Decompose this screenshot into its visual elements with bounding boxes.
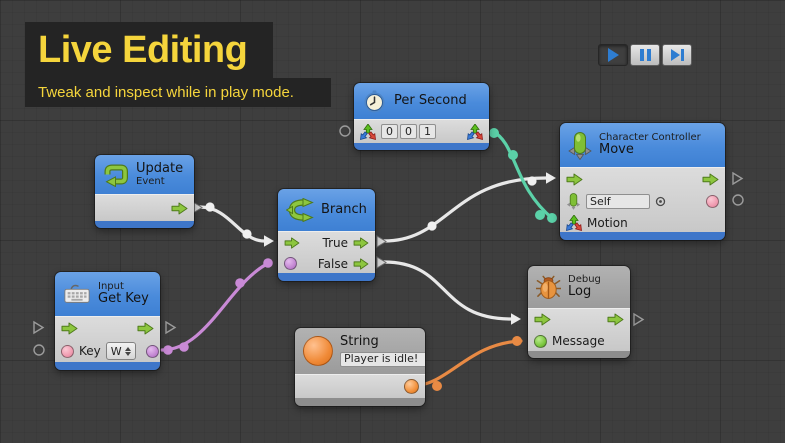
node-subtitle: Event — [136, 176, 183, 187]
key-dropdown[interactable]: W — [106, 342, 136, 360]
value-out-port[interactable] — [146, 345, 159, 358]
flow-in-port[interactable] — [61, 322, 78, 335]
flow-out-port[interactable] — [702, 173, 719, 186]
node-get-key[interactable]: Input Get Key Key W — [55, 272, 160, 370]
node-title: Branch — [321, 203, 367, 218]
move-flow-out-port[interactable] — [733, 173, 742, 184]
page-subtitle: Tweak and inspect while in play mode. — [25, 78, 331, 107]
character-controller-icon — [568, 130, 592, 160]
motion-in-port[interactable] — [566, 215, 582, 231]
true-flow-out-port[interactable] — [353, 237, 369, 249]
persecond-target-in-port[interactable] — [340, 126, 350, 136]
node-title: Update — [136, 162, 183, 177]
x-field[interactable]: 0 — [381, 124, 398, 139]
node-title: Per Second — [394, 94, 467, 109]
loop-icon — [103, 163, 129, 187]
false-flow-out-port[interactable] — [353, 258, 369, 270]
keyboard-icon — [63, 282, 91, 306]
step-forward-icon — [671, 49, 684, 61]
pause-button[interactable] — [630, 44, 660, 66]
get-key-header: Input Get Key — [55, 272, 160, 316]
node-title: String — [340, 335, 425, 350]
node-footer — [528, 351, 630, 358]
step-button[interactable] — [662, 44, 692, 66]
condition-in-port[interactable] — [284, 257, 297, 270]
motion-label: Motion — [587, 216, 628, 230]
node-title: Log — [568, 285, 601, 300]
wire-getkey-to-branch[interactable] — [162, 258, 273, 355]
key-in-port[interactable] — [61, 345, 74, 358]
clock-icon — [362, 89, 387, 114]
page-title-text: Live Editing — [38, 29, 247, 72]
y-field[interactable]: 0 — [400, 124, 417, 139]
orange-circle-icon — [303, 336, 333, 366]
update-header: Update Event — [95, 155, 194, 194]
node-footer — [560, 232, 725, 240]
node-update-event[interactable]: Update Event — [95, 155, 194, 228]
play-icon — [608, 48, 619, 62]
wire-branch-false-to-log[interactable] — [384, 262, 521, 325]
playmode-toolbar — [598, 44, 692, 66]
key-dropdown-value: W — [111, 345, 122, 358]
flow-in-port[interactable] — [284, 237, 300, 249]
node-title: Get Key — [98, 292, 149, 307]
self-field[interactable]: Self — [586, 194, 650, 209]
flow-out-port[interactable] — [171, 202, 188, 215]
string-value-field[interactable]: Player is idle! — [340, 352, 425, 367]
node-string[interactable]: String Player is idle! — [295, 328, 425, 406]
self-in-port[interactable] — [566, 192, 581, 210]
move-header: Character Controller Move — [560, 123, 725, 167]
flow-out-port[interactable] — [137, 322, 154, 335]
node-footer — [55, 362, 160, 370]
page-subtitle-text: Tweak and inspect while in play mode. — [38, 84, 294, 101]
flow-in-port[interactable] — [534, 313, 551, 326]
wire-branch-true-to-move[interactable] — [384, 172, 556, 241]
node-footer — [295, 398, 425, 406]
branch-icon — [286, 198, 314, 222]
node-branch[interactable]: Branch True False — [278, 189, 375, 281]
key-label: Key — [79, 344, 101, 358]
getkey-target-in-port[interactable] — [34, 345, 44, 355]
result-out-port[interactable] — [706, 195, 719, 208]
wire-update-to-branch[interactable] — [200, 202, 274, 246]
log-header: Debug Log — [528, 266, 630, 308]
wire-string-to-log[interactable] — [412, 336, 522, 391]
node-character-controller-move[interactable]: Character Controller Move Self — [560, 123, 725, 240]
move-result-out-port[interactable] — [733, 195, 743, 205]
node-title: Move — [599, 143, 701, 158]
false-label: False — [318, 257, 348, 271]
z-field[interactable]: 1 — [419, 124, 436, 139]
node-per-second[interactable]: Per Second 0 0 1 — [354, 83, 489, 150]
per-second-header: Per Second — [354, 83, 489, 119]
play-button[interactable] — [598, 44, 628, 66]
update-flow-out-port[interactable] — [193, 202, 202, 213]
vector3-out-port[interactable] — [467, 124, 483, 140]
message-in-port[interactable] — [534, 335, 547, 348]
flow-out-port[interactable] — [607, 313, 624, 326]
vector3-port[interactable] — [360, 124, 376, 140]
getkey-flow-out-port[interactable] — [166, 322, 175, 333]
log-flow-out-port[interactable] — [634, 314, 643, 325]
message-label: Message — [552, 334, 605, 348]
pause-icon — [640, 49, 651, 61]
getkey-flow-in-port[interactable] — [34, 322, 43, 333]
node-footer — [354, 143, 489, 150]
string-out-port[interactable] — [404, 379, 419, 394]
object-picker-icon[interactable] — [655, 196, 666, 207]
string-header: String Player is idle! — [295, 328, 425, 374]
branch-header: Branch — [278, 189, 375, 231]
branch-true-out-port[interactable] — [377, 236, 386, 247]
node-footer — [278, 273, 375, 281]
bug-icon — [536, 275, 561, 300]
node-footer — [95, 221, 194, 228]
branch-false-out-port[interactable] — [377, 257, 386, 268]
node-debug-log[interactable]: Debug Log Message — [528, 266, 630, 358]
dropdown-arrows-icon — [125, 347, 131, 356]
true-label: True — [323, 236, 349, 250]
page-title: Live Editing — [25, 22, 273, 78]
flow-in-port[interactable] — [566, 173, 583, 186]
